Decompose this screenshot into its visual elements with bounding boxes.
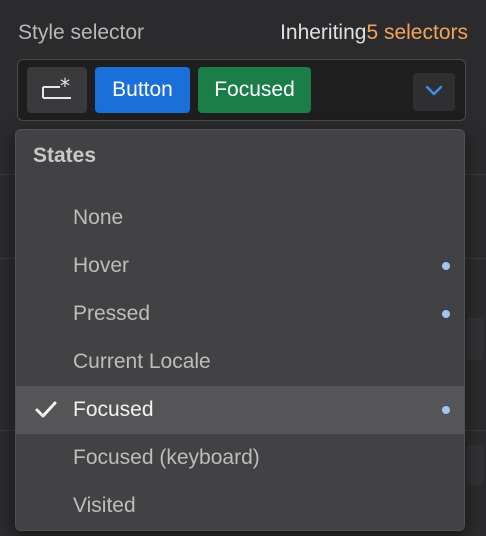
state-item-pressed[interactable]: Pressed xyxy=(16,290,464,338)
style-selector-header: Style selector Inheriting5 selectors xyxy=(18,18,468,48)
state-item-label: Focused (keyboard) xyxy=(73,446,260,469)
background-control xyxy=(466,445,484,485)
svg-text:*: * xyxy=(60,76,70,98)
state-item-label: Current Locale xyxy=(73,350,211,373)
style-selector-label: Style selector xyxy=(18,21,145,44)
state-item-focused[interactable]: Focused xyxy=(16,386,464,434)
state-item-hover[interactable]: Hover xyxy=(16,242,464,290)
style-selector-panel: Style selector Inheriting5 selectors * B… xyxy=(0,0,486,536)
state-item-visited[interactable]: Visited xyxy=(16,482,464,530)
state-styled-indicator xyxy=(442,310,450,318)
state-item-label: Visited xyxy=(73,494,136,517)
inheriting-selectors-link[interactable]: Inheriting5 selectors xyxy=(280,21,468,45)
state-styled-indicator xyxy=(442,262,450,270)
selector-field[interactable]: * Button Focused xyxy=(17,59,466,121)
selector-new-icon[interactable]: * xyxy=(27,67,87,113)
state-item-label: Focused xyxy=(73,398,154,421)
state-item-none[interactable]: None xyxy=(16,194,464,242)
state-styled-indicator xyxy=(442,406,450,414)
background-control xyxy=(466,318,484,360)
checkmark-icon xyxy=(34,398,58,422)
states-dropdown-toggle[interactable] xyxy=(413,73,455,111)
states-list: None Hover Pressed Current Locale Focuse… xyxy=(16,194,464,530)
states-title: States xyxy=(33,144,97,167)
state-item-focused-keyboard[interactable]: Focused (keyboard) xyxy=(16,434,464,482)
selector-pill-button[interactable]: Button xyxy=(95,67,190,113)
state-item-label: Pressed xyxy=(73,302,151,325)
state-item-current-locale[interactable]: Current Locale xyxy=(16,338,464,386)
inheriting-label: Inheriting xyxy=(280,21,367,44)
selector-pill-focused[interactable]: Focused xyxy=(198,67,311,113)
inheriting-count[interactable]: 5 selectors xyxy=(366,21,468,44)
state-item-label: None xyxy=(73,206,124,229)
states-dropdown: States None Hover Pressed Current Locale xyxy=(15,129,465,531)
state-item-label: Hover xyxy=(73,254,130,277)
chevron-down-icon xyxy=(424,83,444,102)
